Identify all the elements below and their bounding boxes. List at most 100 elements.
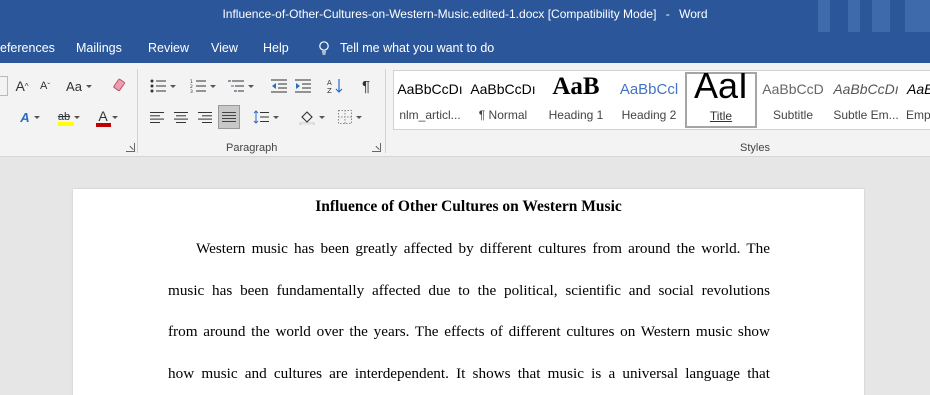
font-dialog-launcher[interactable] [126, 143, 135, 152]
style-name: nlm_articl... [399, 108, 461, 122]
font-color-glyph: A [98, 107, 108, 124]
change-case-button[interactable]: Aa [64, 75, 94, 97]
paragraph-group-label: Paragraph [226, 142, 278, 154]
style-sample: AaBbCcDı [397, 81, 463, 97]
style-name: Title [709, 109, 733, 123]
style-name: Subtle Em... [833, 108, 899, 122]
shrink-font-button[interactable]: Aˇ [36, 75, 54, 97]
borders-button[interactable] [334, 106, 366, 128]
sort-button[interactable]: A Z [323, 75, 347, 97]
style-name: Subtitle [772, 108, 814, 122]
style-name: Emp [906, 108, 930, 122]
ribbon-tabs: eferences Mailings Review View Help Tell… [0, 32, 930, 63]
text-effects-button[interactable]: A [16, 106, 44, 128]
shading-button[interactable] [296, 106, 328, 128]
styles-group-label: Styles [740, 142, 770, 154]
style-name: Heading 2 [621, 108, 677, 122]
svg-text:A: A [327, 79, 332, 87]
grow-font-icon: A [15, 78, 25, 94]
justify-button[interactable] [218, 105, 240, 129]
align-right-icon [198, 111, 212, 123]
justify-icon [222, 111, 236, 123]
increase-indent-button[interactable] [292, 75, 314, 97]
svg-text:Z: Z [327, 87, 332, 94]
document-name: Influence-of-Other-Cultures-on-Western-M… [222, 7, 657, 21]
line-spacing-icon [253, 110, 269, 124]
style-sample: AaBbCcDı [833, 81, 899, 97]
title-bar: Influence-of-Other-Cultures-on-Western-M… [0, 0, 930, 32]
style-heading-1[interactable]: AaB Heading 1 [540, 71, 612, 129]
style-sample: AaBbCcDı [470, 81, 536, 97]
app-name: Word [679, 7, 708, 21]
pilcrow-icon: ¶ [361, 77, 371, 95]
style-sample: AaI [693, 70, 749, 106]
eraser-icon [113, 78, 126, 92]
tab-view[interactable]: View [211, 41, 238, 55]
font-color-icon: A [96, 107, 112, 127]
grow-font-button[interactable]: A ^ [12, 75, 32, 97]
borders-icon [338, 110, 352, 124]
style-sample: AaBl [907, 81, 930, 97]
change-case-icon: Aa [66, 78, 82, 94]
multilevel-list-button[interactable] [224, 75, 258, 97]
paragraph-line: music has been fundamentally affected du… [168, 282, 770, 299]
style-sample: AaBbCcl [619, 81, 679, 98]
line-spacing-button[interactable] [250, 106, 282, 128]
tab-help[interactable]: Help [263, 41, 289, 55]
tab-references[interactable]: eferences [0, 41, 55, 55]
style-heading-2[interactable]: AaBbCcl Heading 2 [613, 71, 685, 129]
highlight-button[interactable]: ab [52, 106, 86, 128]
group-divider [137, 69, 138, 153]
style-title[interactable]: AaI Title [685, 70, 757, 128]
paragraph-line: Western music has been greatly affected … [196, 240, 770, 257]
multilevel-list-icon [228, 80, 244, 92]
tell-me-search[interactable]: Tell me what you want to do [318, 41, 494, 55]
style-subtitle[interactable]: AaBbCcD Subtitle [757, 71, 829, 129]
group-divider [385, 69, 386, 153]
paragraph-dialog-launcher[interactable] [372, 143, 381, 152]
clear-formatting-button[interactable] [108, 75, 130, 97]
style-normal[interactable]: AaBbCcDı ¶ Normal [467, 71, 539, 129]
svg-text:3: 3 [190, 89, 193, 93]
style-name: Heading 1 [548, 108, 604, 122]
styles-gallery: AaBbCcDı nlm_articl... AaBbCcDı ¶ Normal… [393, 70, 930, 130]
word-window: Influence-of-Other-Cultures-on-Western-M… [0, 0, 930, 395]
style-sample: AaB [552, 73, 600, 100]
tell-me-label: Tell me what you want to do [340, 41, 495, 55]
paragraph-line: from around the world over the years. Th… [168, 323, 770, 340]
align-left-icon [150, 111, 164, 123]
align-right-button[interactable] [194, 106, 216, 128]
document-page[interactable]: Influence of Other Cultures on Western M… [73, 189, 864, 395]
sort-icon: A Z [327, 79, 343, 94]
style-emphasis[interactable]: AaBl Emp [903, 71, 930, 129]
document-title: Influence of Other Cultures on Western M… [315, 198, 622, 215]
align-center-button[interactable] [170, 106, 192, 128]
decrease-indent-button[interactable] [268, 75, 290, 97]
style-subtle-emphasis[interactable]: AaBbCcDı Subtle Em... [830, 71, 902, 129]
font-color-button[interactable]: A [92, 106, 124, 128]
paint-bucket-icon [299, 111, 315, 125]
shrink-font-icon: A [39, 80, 48, 92]
highlighter-icon: ab [57, 108, 74, 126]
bullets-button[interactable] [146, 75, 180, 97]
title-separator: - [665, 7, 670, 21]
tab-mailings[interactable]: Mailings [76, 41, 122, 55]
style-sample: AaBbCcD [762, 81, 824, 97]
increase-indent-icon [295, 79, 311, 93]
style-name: ¶ Normal [478, 108, 528, 122]
tab-review[interactable]: Review [148, 41, 189, 55]
show-formatting-button[interactable]: ¶ [355, 75, 377, 97]
text-effects-icon: A [20, 109, 30, 125]
window-title: Influence-of-Other-Cultures-on-Western-M… [0, 7, 930, 21]
align-left-button[interactable] [146, 106, 168, 128]
bullet-list-icon [150, 79, 166, 93]
document-canvas[interactable]: Influence of Other Cultures on Western M… [0, 157, 930, 395]
paragraph-line: how music and cultures are interdependen… [168, 365, 770, 382]
numbered-list-icon: 1 2 3 [190, 79, 206, 93]
decrease-indent-icon [271, 79, 287, 93]
style-nlm-article[interactable]: AaBbCcDı nlm_articl... [394, 71, 466, 129]
lightbulb-icon [319, 41, 329, 55]
font-size-box[interactable] [0, 76, 8, 96]
align-center-icon [174, 111, 188, 123]
numbering-button[interactable]: 1 2 3 [186, 75, 220, 97]
